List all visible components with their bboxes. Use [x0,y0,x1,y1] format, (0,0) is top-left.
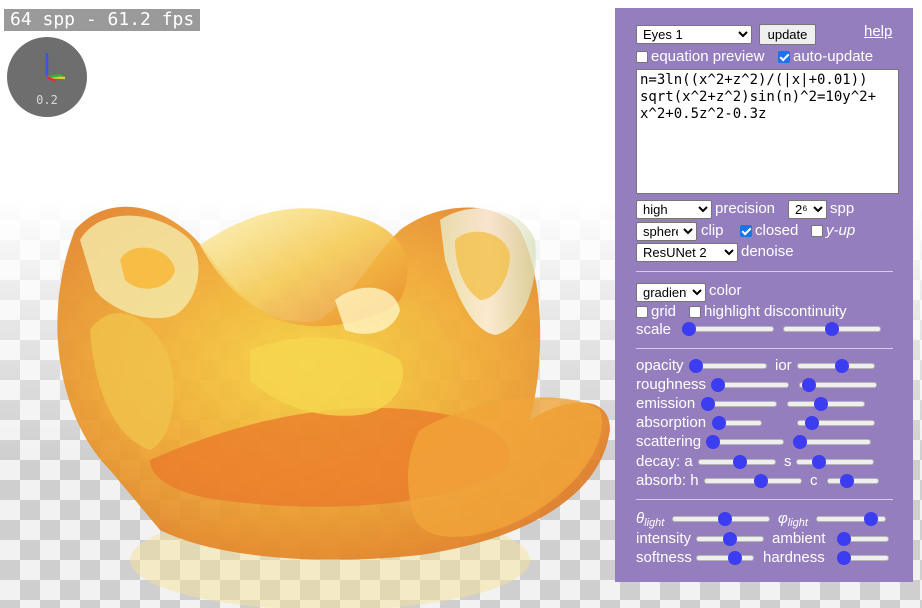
slider-thumb[interactable] [802,378,817,392]
slider-thumb[interactable] [727,551,742,565]
decay-s-slider[interactable] [796,454,874,470]
theta-light-main: θ [636,510,645,527]
auto-update-label: auto-update [793,48,874,65]
divider [636,348,893,349]
theta-light-label: θlight [636,510,664,532]
hardness-label: hardness [763,549,825,566]
y-up-label: y-up [826,222,856,239]
preset-select[interactable]: Eyes 1 [636,25,752,44]
highlight-discontinuity-checkbox[interactable] [689,306,701,318]
scattering-label: scattering [636,433,702,450]
slider-thumb[interactable] [835,359,850,373]
denoise-select[interactable]: ResUNet 2 [636,243,738,262]
slider-thumb[interactable] [812,455,826,469]
intensity-slider[interactable] [696,531,764,547]
slider-thumb[interactable] [706,435,720,449]
equation-preview-checkbox[interactable] [636,51,648,63]
update-button[interactable]: update [759,24,816,45]
absorb-h-slider[interactable] [704,473,802,489]
ior-slider[interactable] [797,358,875,374]
decay-s-label: s [784,453,792,470]
scale-slider-1[interactable] [682,321,774,337]
theta-light-sub: light [644,517,665,529]
slider-thumb[interactable] [689,359,703,373]
highlight-discontinuity-label: highlight discontinuity [704,303,847,320]
grid-label: grid [651,303,677,320]
slider-thumb[interactable] [837,551,851,565]
phi-light-sub: light [787,517,808,529]
closed-label: closed [755,222,799,239]
opacity-label: opacity [636,357,684,374]
ambient-slider[interactable] [837,531,889,547]
auto-update-checkbox[interactable] [778,51,790,63]
divider [636,499,893,500]
slider-thumb[interactable] [754,474,769,488]
slider-thumb[interactable] [804,416,819,430]
color-select[interactable]: gradient [636,283,706,302]
intensity-label: intensity [636,530,692,547]
axis-gizmo[interactable]: 0.2 [7,37,87,117]
slider-thumb[interactable] [793,435,807,449]
spp-select[interactable]: 2⁶ [788,200,827,219]
softness-label: softness [636,549,692,566]
slider-thumb[interactable] [682,322,696,336]
slider-thumb[interactable] [733,455,748,469]
help-link[interactable]: help [864,23,892,40]
clip-label: clip [701,222,724,239]
expression-editor[interactable] [636,69,899,194]
control-panel: Eyes 1 update help equation preview auto… [615,8,913,582]
divider [636,271,893,272]
grid-checkbox[interactable] [636,306,648,318]
clip-select[interactable]: sphere [636,222,697,241]
absorb-c-label: c [810,472,818,489]
absorption-label: absorption [636,414,707,431]
slider-thumb[interactable] [813,397,828,411]
scale-label: scale [636,321,672,338]
absorb-c-slider[interactable] [827,473,879,489]
slider-thumb[interactable] [840,474,855,488]
absorb-h-label: absorb: h [636,472,699,489]
gizmo-scale-label: 0.2 [36,93,58,107]
scattering-slider[interactable] [706,434,784,450]
denoise-label: denoise [741,243,794,260]
phi-light-main: φ [778,510,788,527]
emission-slider-2[interactable] [787,396,865,412]
scattering-slider-2[interactable] [793,434,871,450]
decay-a-slider[interactable] [698,454,776,470]
opacity-slider[interactable] [689,358,767,374]
roughness-label: roughness [636,376,707,393]
precision-label: precision [715,200,776,217]
hardness-slider[interactable] [837,550,889,566]
slider-thumb[interactable] [837,532,851,546]
theta-light-slider[interactable] [672,511,770,527]
emission-slider[interactable] [701,396,777,412]
color-label: color [709,282,742,299]
equation-preview-label: equation preview [651,48,765,65]
precision-select[interactable]: high [636,200,712,219]
ior-label: ior [775,357,792,374]
slider-thumb[interactable] [723,532,737,546]
spp-label: spp [830,200,855,217]
slider-thumb[interactable] [712,416,726,430]
scale-slider-2[interactable] [783,321,881,337]
absorption-slider[interactable] [712,415,762,431]
closed-checkbox[interactable] [740,225,752,237]
absorption-slider-2[interactable] [797,415,875,431]
slider-thumb[interactable] [711,378,725,392]
ambient-label: ambient [772,530,826,547]
slider-thumb[interactable] [718,512,733,526]
slider-thumb[interactable] [863,512,878,526]
roughness-slider-2[interactable] [799,377,877,393]
phi-light-slider[interactable] [816,511,886,527]
slider-thumb[interactable] [701,397,715,411]
decay-a-label: decay: a [636,453,693,470]
softness-slider[interactable] [696,550,754,566]
y-up-checkbox[interactable] [811,225,823,237]
emission-label: emission [636,395,696,412]
fps-counter: 64 spp - 61.2 fps [4,9,201,31]
slider-thumb[interactable] [825,322,839,336]
roughness-slider[interactable] [711,377,789,393]
phi-light-label: φlight [778,510,808,532]
